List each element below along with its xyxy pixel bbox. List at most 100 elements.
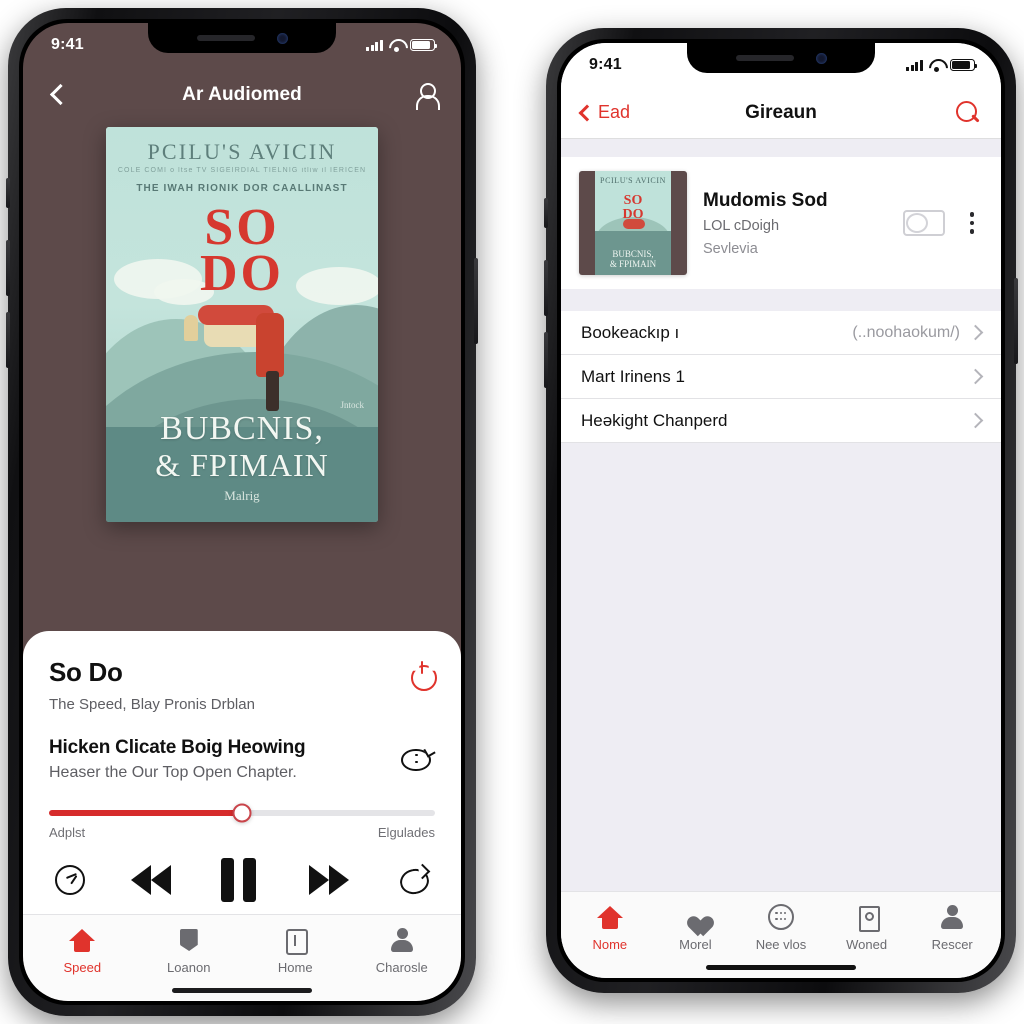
profile-icon[interactable] <box>415 83 440 110</box>
progress-thumb[interactable] <box>232 803 252 823</box>
settings-row-mart-irinens[interactable]: Mart Irinens 1 <box>561 355 1001 399</box>
fast-forward-button[interactable] <box>305 865 353 895</box>
tab-nee-vlos[interactable]: Nee vlos <box>738 904 824 952</box>
toggle-switch-off-icon[interactable] <box>903 210 945 236</box>
chevron-right-icon <box>967 368 984 385</box>
status-indicators <box>906 59 978 72</box>
cover-subtitle-line2: & FPIMAIN <box>155 447 329 483</box>
volume-down-button[interactable] <box>6 312 10 368</box>
battery-icon <box>410 39 438 51</box>
sleep-timer-icon[interactable] <box>401 744 436 773</box>
upload-document-icon <box>282 927 309 955</box>
media-title: Mudomis Sod <box>703 189 828 211</box>
cover-blurb: COLE COMI o ltse TV SIGEIRDIAL TIELNIG i… <box>117 167 367 174</box>
phone-left: 9:41 Ar Audiomed PCILU'S AVICIN COLE COM… <box>6 8 478 1016</box>
settings-row-backup[interactable]: Bookeackıp ı (..noohaokum/) <box>561 311 1001 355</box>
tab-home[interactable]: Home <box>242 927 349 975</box>
player-header: So Do The Speed, Blay Pronis Drblan <box>49 657 435 713</box>
kebab-menu-icon[interactable] <box>961 212 983 234</box>
repeat-icon[interactable] <box>397 865 429 895</box>
thumbnail-art: PCILU'S AVICIN SO DO BUBCNIS, & FPIMAIN <box>595 171 671 275</box>
thumb-title-line2: DO <box>622 207 644 222</box>
chapter-subtitle: Heaser the Our Top Open Chapter. <box>49 764 297 781</box>
front-camera <box>276 32 288 44</box>
page-title: Ar Audiomed <box>182 84 302 105</box>
tab-speed[interactable]: Speed <box>29 927 136 975</box>
notch <box>687 43 875 73</box>
progress-slider[interactable] <box>49 803 435 823</box>
volume-up-button[interactable] <box>6 240 10 296</box>
tab-label: Rescer <box>931 937 973 952</box>
earpiece-speaker <box>196 35 255 41</box>
tab-label: Speed <box>63 960 102 975</box>
power-side-button[interactable] <box>1014 278 1018 364</box>
search-icon <box>955 100 981 126</box>
phone-right-screen: 9:41 Ead Gireaun PCILU'S AVICIN SO DO BU… <box>561 43 1001 978</box>
row-label: Mart Irinens 1 <box>581 366 685 386</box>
thumb-author: PCILU'S AVICIN <box>600 176 666 185</box>
home-icon <box>596 904 623 930</box>
tab-woned[interactable]: Woned <box>824 904 910 952</box>
row-value: (..noohaokum/) <box>852 323 960 341</box>
media-caption: Sevlevia <box>703 240 758 257</box>
search-button[interactable] <box>889 100 981 126</box>
bookmark-shield-icon <box>176 927 202 953</box>
volume-up-button[interactable] <box>544 260 548 316</box>
back-button[interactable]: Ead <box>578 102 673 123</box>
back-button[interactable] <box>47 84 69 106</box>
cover-author: PCILU'S AVICIN <box>147 139 337 164</box>
power-side-button[interactable] <box>474 258 478 344</box>
rewind-button[interactable] <box>129 865 177 895</box>
notch <box>148 23 336 53</box>
chapter-row: Hicken Clicate Boig Heowing Heaser the O… <box>49 737 436 782</box>
tab-rescer[interactable]: Rescer <box>909 904 995 952</box>
earpiece-speaker <box>735 55 794 61</box>
nav-bar-left: Ar Audiomed <box>23 67 461 123</box>
mute-switch[interactable] <box>544 198 548 228</box>
tab-loanon[interactable]: Loanon <box>136 927 243 975</box>
tab-label: Home <box>277 960 313 975</box>
grid-dots-icon <box>767 904 794 930</box>
tab-morel[interactable]: Morel <box>653 904 739 952</box>
player-card: So Do The Speed, Blay Pronis Drblan Hick… <box>23 631 461 914</box>
tab-label: Nome <box>592 937 628 952</box>
cover-small-note: Jntock <box>340 400 365 410</box>
chevron-right-icon <box>967 324 984 341</box>
thumb-subtitle-line2: & FPIMAIN <box>609 259 657 269</box>
media-list-item[interactable]: PCILU'S AVICIN SO DO BUBCNIS, & FPIMAIN … <box>561 157 1001 289</box>
book-cover-art[interactable]: PCILU'S AVICIN COLE COMI o ltse TV SIGEI… <box>106 127 378 522</box>
cover-footer: Malrig <box>224 488 260 503</box>
chevron-left-icon <box>578 104 596 121</box>
pause-button[interactable] <box>221 858 261 902</box>
heart-icon <box>682 904 708 930</box>
power-icon[interactable] <box>409 661 435 687</box>
volume-down-button[interactable] <box>544 332 548 388</box>
device-card-icon <box>854 904 880 932</box>
playback-speed-icon[interactable] <box>55 865 85 895</box>
person-icon <box>939 904 965 930</box>
list-spacer <box>561 289 1001 311</box>
battery-icon <box>950 59 978 71</box>
cover-title-line2: DO <box>200 245 284 302</box>
player-subtitle: The Speed, Blay Pronis Drblan <box>49 696 255 713</box>
tab-label: Charosle <box>375 960 428 975</box>
cellular-bars-icon <box>366 39 383 51</box>
playback-controls <box>49 858 435 908</box>
tab-nome[interactable]: Nome <box>567 904 653 952</box>
settings-row-heakight-chanperd[interactable]: Heəkight Chanperd <box>561 399 1001 443</box>
home-indicator <box>706 965 856 970</box>
back-label: Ead <box>598 102 631 122</box>
cover-character-leg <box>266 371 279 411</box>
toggle-knob <box>906 213 928 233</box>
home-indicator <box>172 988 312 993</box>
phone-left-screen: 9:41 Ar Audiomed PCILU'S AVICIN COLE COM… <box>23 23 461 1001</box>
book-thumbnail[interactable]: PCILU'S AVICIN SO DO BUBCNIS, & FPIMAIN <box>579 171 687 275</box>
empty-content-area <box>561 443 1001 891</box>
elapsed-time-label: Adplst <box>49 825 86 840</box>
media-subtitle: LOL cDoigh <box>703 217 780 234</box>
status-indicators <box>366 39 438 52</box>
phone-left-bezel: 9:41 Ar Audiomed PCILU'S AVICIN COLE COM… <box>19 19 465 1005</box>
tab-charosle[interactable]: Charosle <box>349 927 456 975</box>
mute-switch[interactable] <box>6 178 10 208</box>
person-icon <box>389 927 415 953</box>
